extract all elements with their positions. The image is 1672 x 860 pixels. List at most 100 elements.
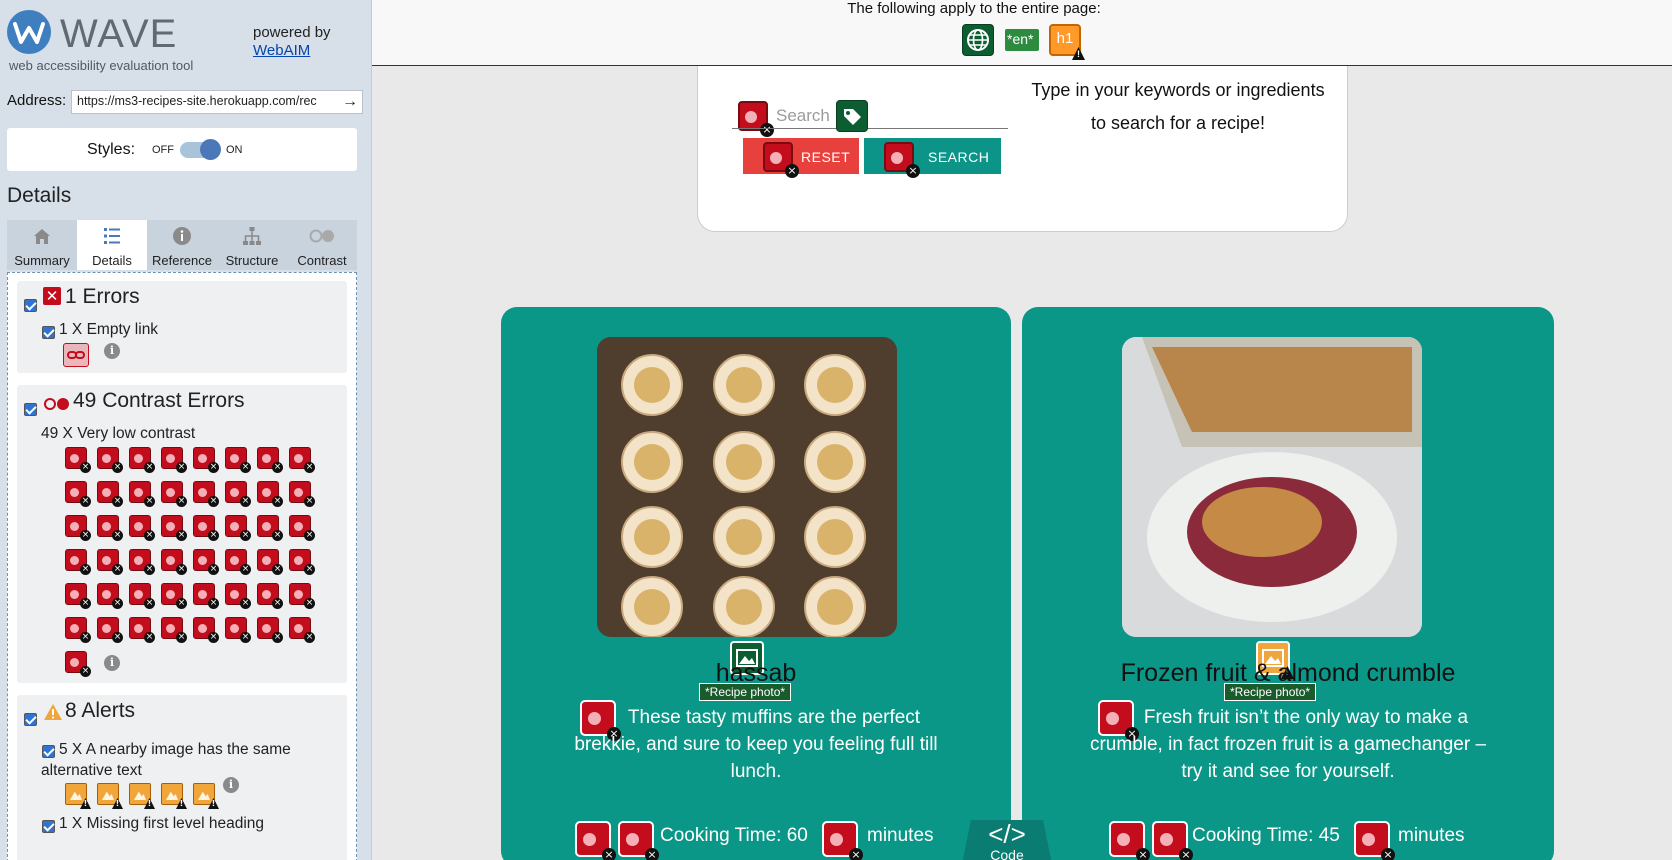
contrast-error-icon[interactable] xyxy=(1152,821,1193,860)
contrast-error-icon[interactable] xyxy=(763,142,799,178)
contrast-error-icon[interactable] xyxy=(97,549,123,575)
recipe-photo[interactable] xyxy=(597,337,897,637)
contrast-error-icon[interactable] xyxy=(193,515,219,541)
contrast-error-icon[interactable] xyxy=(822,821,863,860)
cooking-unit: minutes xyxy=(867,825,934,846)
info-icon[interactable]: i xyxy=(223,777,239,793)
contrast-error-icon[interactable] xyxy=(161,515,187,541)
contrast-error-icon[interactable] xyxy=(97,583,123,609)
h1-heading-icon[interactable]: h1 xyxy=(1049,24,1081,56)
panel-title: Details xyxy=(7,184,72,207)
empty-link-icon[interactable] xyxy=(63,343,89,367)
contrast-error-icon[interactable] xyxy=(129,617,155,643)
contrast-error-icon[interactable] xyxy=(618,821,659,860)
contrast-error-icon[interactable] xyxy=(65,583,91,609)
contrast-error-icon[interactable] xyxy=(225,447,251,473)
contrast-error-icon[interactable] xyxy=(161,583,187,609)
contrast-error-icon[interactable] xyxy=(193,549,219,575)
contrast-error-icon[interactable] xyxy=(65,515,91,541)
contrast-error-icon[interactable] xyxy=(129,549,155,575)
contrast-error-icon[interactable] xyxy=(884,142,920,178)
contrast-error-icon[interactable] xyxy=(161,447,187,473)
contrast-error-icon[interactable] xyxy=(289,617,315,643)
contrast-error-icon[interactable] xyxy=(129,583,155,609)
errors-title: 1 Errors xyxy=(65,285,140,308)
tab-details[interactable]: Details xyxy=(77,220,147,270)
contrast-error-icon[interactable] xyxy=(65,447,91,473)
contrast-error-icon[interactable] xyxy=(1109,821,1150,860)
empty-link-label: 1 X Empty link xyxy=(59,321,159,338)
contrast-checkbox[interactable] xyxy=(24,403,37,416)
contrast-error-icon[interactable] xyxy=(97,617,123,643)
info-icon[interactable]: i xyxy=(104,343,120,359)
label-tag-icon[interactable] xyxy=(836,100,868,132)
errors-checkbox[interactable] xyxy=(24,299,37,312)
contrast-error-icon[interactable] xyxy=(289,481,315,507)
contrast-error-icon[interactable] xyxy=(225,617,251,643)
tab-contrast[interactable]: Contrast xyxy=(287,220,357,270)
reset-button[interactable]: RESET xyxy=(743,138,859,178)
contrast-error-icon[interactable] xyxy=(161,481,187,507)
contrast-error-icon[interactable] xyxy=(193,481,219,507)
contrast-error-icon[interactable] xyxy=(225,549,251,575)
wave-logo[interactable]: WAVE web accessibility evaluation tool p… xyxy=(7,8,367,74)
recipe-photo[interactable] xyxy=(1122,337,1422,637)
contrast-error-icon[interactable] xyxy=(257,515,283,541)
contrast-error-icon[interactable] xyxy=(97,481,123,507)
globe-icon[interactable] xyxy=(962,24,994,56)
search-button[interactable]: SEARCH xyxy=(864,138,1001,178)
missing-h1-checkbox[interactable] xyxy=(42,820,55,833)
contrast-error-icon[interactable] xyxy=(193,583,219,609)
contrast-error-icon[interactable] xyxy=(129,447,155,473)
styles-toggle-panel: Styles: OFF ON xyxy=(7,128,357,171)
contrast-error-icon[interactable] xyxy=(289,515,315,541)
contrast-error-icon[interactable] xyxy=(257,617,283,643)
info-icon[interactable]: i xyxy=(104,655,120,671)
errors-group: ✕ 1 Errors 1 X Empty link i xyxy=(17,281,347,373)
address-input[interactable]: https://ms3-recipes-site.herokuapp.com/r… xyxy=(71,90,363,114)
alerts-checkbox[interactable] xyxy=(24,713,37,726)
contrast-error-icon[interactable] xyxy=(161,549,187,575)
contrast-error-icon[interactable] xyxy=(129,515,155,541)
contrast-error-icon[interactable] xyxy=(65,651,91,677)
contrast-error-icon[interactable] xyxy=(1354,821,1395,860)
language-badge[interactable]: *en* xyxy=(1005,29,1039,51)
alert-image-icon[interactable] xyxy=(129,783,151,805)
contrast-error-icon[interactable] xyxy=(289,583,315,609)
contrast-error-icon[interactable] xyxy=(257,583,283,609)
alerts-group: 8 Alerts 5 X A nearby image has the same… xyxy=(17,695,347,860)
contrast-error-icon[interactable] xyxy=(257,549,283,575)
alert-image-icon[interactable] xyxy=(193,783,215,805)
code-toggle-tab[interactable]: </> Code xyxy=(962,820,1052,860)
contrast-error-icon[interactable] xyxy=(738,101,774,137)
styles-toggle[interactable] xyxy=(180,139,221,160)
search-input[interactable]: Search xyxy=(776,106,830,126)
empty-link-checkbox[interactable] xyxy=(42,326,55,339)
contrast-error-icon[interactable] xyxy=(65,549,91,575)
tab-summary[interactable]: Summary xyxy=(7,220,77,270)
contrast-error-icon[interactable] xyxy=(193,617,219,643)
arrow-right-icon[interactable]: → xyxy=(342,93,358,111)
tab-reference[interactable]: Reference xyxy=(147,220,217,270)
contrast-error-icon[interactable] xyxy=(225,481,251,507)
alert-image-icon[interactable] xyxy=(161,783,183,805)
tab-structure[interactable]: Structure xyxy=(217,220,287,270)
contrast-error-icon[interactable] xyxy=(257,481,283,507)
contrast-error-icon[interactable] xyxy=(289,549,315,575)
contrast-error-icon[interactable] xyxy=(97,447,123,473)
webaim-link[interactable]: WebAIM xyxy=(253,42,331,60)
search-card: Search RESET SEARCH Type in your keyword… xyxy=(697,66,1348,232)
contrast-error-icon[interactable] xyxy=(225,515,251,541)
contrast-error-icon[interactable] xyxy=(193,447,219,473)
contrast-error-icon[interactable] xyxy=(161,617,187,643)
contrast-error-icon[interactable] xyxy=(65,481,91,507)
contrast-error-icon[interactable] xyxy=(225,583,251,609)
contrast-error-icon[interactable] xyxy=(257,447,283,473)
alert-image-icon[interactable] xyxy=(65,783,87,805)
alert-image-icon[interactable] xyxy=(97,783,119,805)
contrast-error-icon[interactable] xyxy=(575,821,616,860)
contrast-error-icon[interactable] xyxy=(289,447,315,473)
contrast-error-icon[interactable] xyxy=(129,481,155,507)
contrast-error-icon[interactable] xyxy=(97,515,123,541)
contrast-error-icon[interactable] xyxy=(65,617,91,643)
